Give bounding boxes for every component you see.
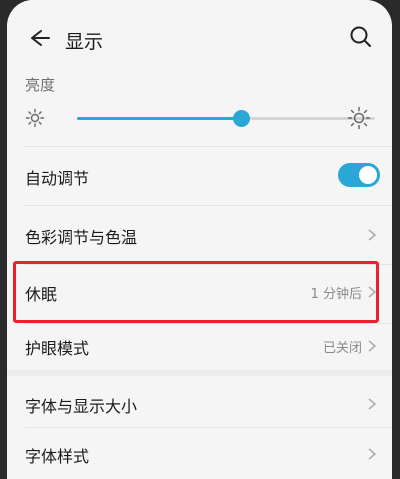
- toggle-knob: [359, 166, 377, 184]
- status-bar: [7, 0, 392, 10]
- sleep-row[interactable]: 休眠 1 分钟后: [7, 263, 392, 321]
- chevron-right-icon: [368, 286, 377, 298]
- auto-adjust-row[interactable]: 自动调节: [7, 147, 392, 205]
- back-arrow-icon[interactable]: [23, 24, 51, 52]
- brightness-slider-thumb[interactable]: [232, 110, 250, 127]
- page-title: 显示: [65, 31, 104, 53]
- eye-comfort-value: 已关闭: [322, 341, 362, 356]
- chevron-right-icon: [368, 229, 377, 241]
- auto-adjust-toggle[interactable]: [338, 163, 380, 187]
- chevron-right-icon: [368, 340, 377, 352]
- brightness-label: 亮度: [25, 76, 56, 94]
- row-label: 字体与显示大小: [25, 397, 138, 416]
- chevron-right-icon: [368, 448, 377, 460]
- brightness-slider[interactable]: [77, 110, 375, 127]
- settings-screen: 显示 亮度 自动调节 色彩调节与色温 休眠 1 分钟后 护眼模式 已关闭 字体与…: [7, 0, 392, 479]
- row-label: 自动调节: [25, 169, 90, 188]
- row-label: 色彩调节与色温: [25, 228, 138, 247]
- row-label: 字体样式: [25, 447, 90, 466]
- font-style-row[interactable]: 字体样式: [7, 425, 392, 479]
- header: 显示: [7, 14, 392, 62]
- sleep-value: 1 分钟后: [310, 287, 362, 302]
- row-label: 护眼模式: [25, 339, 90, 358]
- brightness-high-icon: [347, 106, 371, 130]
- search-icon[interactable]: [348, 24, 374, 50]
- row-label: 休眠: [25, 285, 58, 304]
- chevron-right-icon: [368, 398, 377, 410]
- brightness-low-icon: [25, 108, 45, 128]
- color-temperature-row[interactable]: 色彩调节与色温: [7, 206, 392, 264]
- brightness-slider-fill: [77, 117, 241, 120]
- eye-comfort-row[interactable]: 护眼模式 已关闭: [7, 317, 392, 375]
